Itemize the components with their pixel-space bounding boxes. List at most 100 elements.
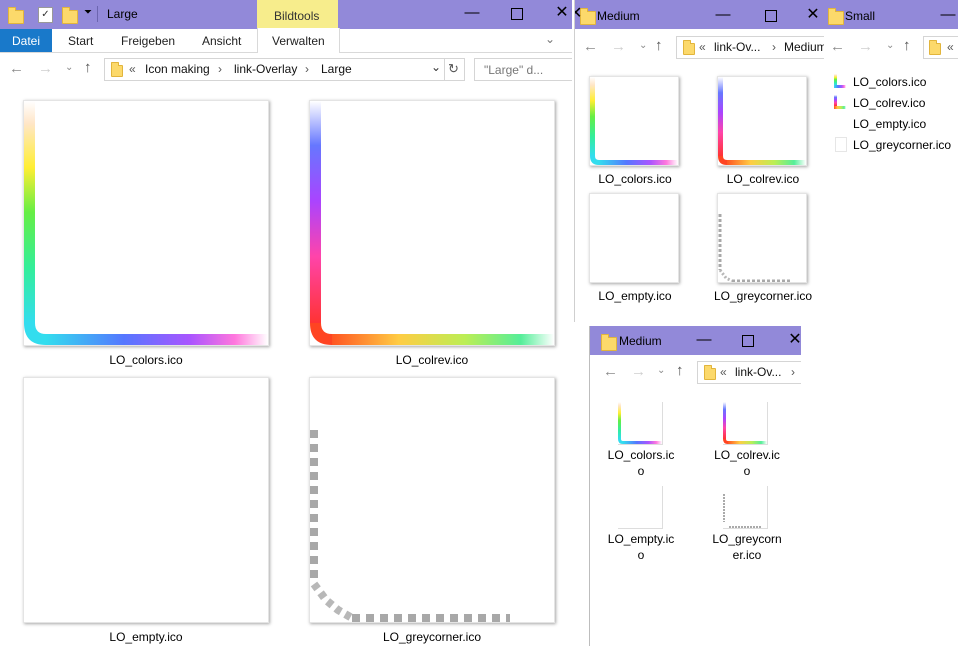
address-bar[interactable]: « Icon making › link-Overlay › Large ⌄ [104,58,445,81]
ribbon-expand-icon[interactable]: ⌄ [545,32,555,46]
folder-icon [828,8,844,25]
recent-locations-icon[interactable]: ⌄ [657,365,665,376]
file-thumbnail-lo-colrev[interactable] [717,76,807,166]
title-bar[interactable]: Medium — ✕ [590,326,801,355]
file-label[interactable]: LO_colrev.ico [713,171,813,187]
file-label[interactable]: LO_colrev.ico [712,447,782,479]
file-thumbnail-lo-colors[interactable] [23,100,269,346]
address-bar[interactable]: « link-Ov... › [697,361,801,384]
title-bar[interactable]: ✕ Medium — ✕ [575,0,825,29]
maximize-icon[interactable] [765,10,777,22]
chevron-right-icon[interactable]: › [218,62,222,76]
folder-icon [111,62,123,77]
file-label[interactable]: LO_empty.ico [23,629,269,645]
file-thumbnail-lo-colrev[interactable] [309,100,555,346]
lo-colors-small-icon [834,74,846,88]
address-bar[interactable]: « [923,36,958,59]
minimize-icon[interactable]: — [936,5,958,25]
file-label[interactable]: LO_greycorner.ico [712,531,782,563]
back-arrow-icon[interactable]: ← [9,60,24,77]
forward-arrow-icon[interactable]: → [858,38,873,55]
title-bar[interactable]: ✓ ⏷ Large Bildtools — ✕ [0,0,572,29]
tab-ansicht[interactable]: Ansicht [202,34,241,48]
file-thumbnail-lo-greycorner[interactable] [717,193,807,283]
file-thumbnail-lo-greycorner[interactable] [723,486,768,529]
minimize-icon[interactable]: — [692,330,716,350]
minimize-icon[interactable]: — [460,3,484,23]
search-input[interactable]: "Large" d... [474,58,572,81]
file-label[interactable]: LO_empty.ico [606,531,676,563]
breadcrumb-link-overlay[interactable]: link-Ov... [714,40,760,54]
file-label[interactable]: LO_greycorner.ico [713,288,813,304]
lo-colors-thumbnail [590,77,678,165]
properties-check-icon[interactable]: ✓ [38,7,53,23]
recent-locations-icon[interactable]: ⌄ [639,40,647,51]
minimize-icon[interactable]: — [711,5,735,25]
quick-access-dropdown-icon[interactable]: ⏷ [84,7,92,18]
tab-freigeben[interactable]: Freigeben [121,34,175,48]
title-bar[interactable]: Small — [824,0,958,29]
address-dropdown-icon[interactable]: ⌄ [431,60,441,74]
forward-arrow-icon[interactable]: → [38,60,53,77]
file-label[interactable]: LO_greycorner.ico [309,629,555,645]
breadcrumb-link-overlay[interactable]: link-Ov... [735,365,781,379]
back-arrow-icon[interactable]: ← [830,38,845,55]
path-overflow[interactable]: « [947,40,954,54]
up-arrow-icon[interactable]: ↑ [655,37,663,54]
maximize-icon[interactable] [511,8,523,20]
search-placeholder: "Large" d... [484,63,544,77]
close-icon[interactable]: ✕ [783,330,801,350]
file-label[interactable]: LO_empty.ico [585,288,685,304]
close-icon[interactable]: ✕ [801,5,825,25]
path-overflow[interactable]: « [129,62,136,76]
context-tab-label: Bildtools [274,9,320,23]
file-label: LO_colors.ico [853,75,927,89]
refresh-button[interactable]: ↻ [444,58,465,81]
tab-verwalten[interactable]: Verwalten [257,28,340,53]
up-arrow-icon[interactable]: ↑ [84,59,92,76]
file-thumbnail-lo-colors[interactable] [589,76,679,166]
address-bar[interactable]: « link-Ov... › Medium [676,36,825,59]
recent-locations-icon[interactable]: ⌄ [65,62,73,73]
back-arrow-icon[interactable]: ← [583,38,598,55]
file-label[interactable]: LO_colrev.ico [309,352,555,368]
chevron-right-icon[interactable]: › [305,62,309,76]
file-label[interactable]: LO_colors.ico [23,352,269,368]
breadcrumb-medium[interactable]: Medium [784,40,825,54]
file-thumbnail-lo-empty[interactable] [23,377,269,623]
chevron-right-icon[interactable]: › [772,40,776,54]
file-thumbnail-lo-greycorner[interactable] [309,377,555,623]
up-arrow-icon[interactable]: ↑ [676,362,684,379]
new-folder-icon[interactable] [62,7,78,24]
back-arrow-icon[interactable]: ← [603,363,618,380]
file-thumbnail-lo-empty[interactable] [618,486,663,529]
breadcrumb-large[interactable]: Large [321,62,352,76]
file-label[interactable]: LO_colors.ico [585,171,685,187]
file-label: LO_empty.ico [853,117,927,131]
recent-locations-icon[interactable]: ⌄ [886,40,894,51]
lo-greycorner-thumbnail [718,214,790,282]
file-thumbnail-lo-colrev[interactable] [723,402,768,445]
path-overflow[interactable]: « [720,365,727,379]
navigation-bar: ← → ⌄ ↑ « link-Ov... › Medium [575,30,825,64]
close-icon[interactable]: ✕ [575,3,582,23]
up-arrow-icon[interactable]: ↑ [903,37,911,54]
breadcrumb-link-overlay[interactable]: link-Overlay [234,62,297,76]
ribbon-tabs: Datei Start Freigeben Ansicht Verwalten … [0,28,572,53]
maximize-icon[interactable] [742,335,754,347]
lo-colrev-thumbnail [718,77,806,165]
tab-start[interactable]: Start [68,34,93,48]
close-icon[interactable]: ✕ [550,3,572,23]
breadcrumb-icon-making[interactable]: Icon making [145,62,210,76]
forward-arrow-icon[interactable]: → [631,363,646,380]
file-label[interactable]: LO_colors.ico [606,447,676,479]
context-tab-bildtools[interactable]: Bildtools [257,0,338,29]
chevron-right-icon[interactable]: › [791,365,795,379]
file-thumbnail-lo-empty[interactable] [589,193,679,283]
file-thumbnail-lo-colors[interactable] [618,402,663,445]
lo-colors-thumbnail [24,101,268,345]
path-overflow[interactable]: « [699,40,706,54]
lo-greycorner-thumbnail [310,430,510,622]
forward-arrow-icon[interactable]: → [611,38,626,55]
tab-datei[interactable]: Datei [0,29,52,52]
